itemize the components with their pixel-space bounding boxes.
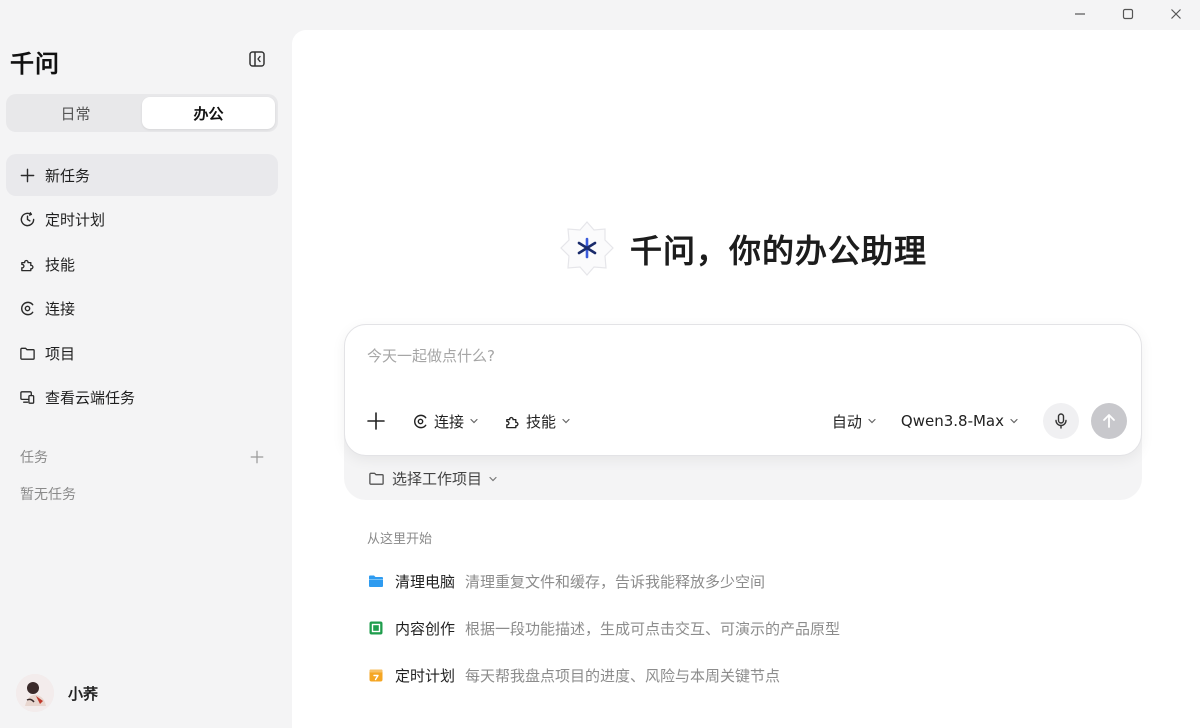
- puzzle-icon: [18, 255, 36, 273]
- prompt-input[interactable]: [367, 343, 1107, 369]
- nav-label: 项目: [45, 344, 76, 363]
- sidebar-collapse-icon: [249, 51, 265, 67]
- suggestion-item[interactable]: 清理电脑 清理重复文件和缓存，告诉我能释放多少空间: [367, 567, 1067, 595]
- skills-dropdown[interactable]: 技能: [503, 411, 571, 432]
- cloud-devices-icon: [18, 389, 36, 407]
- composer: 连接 技能 自动 Qwen3.8-Max: [344, 324, 1142, 456]
- model-dropdown[interactable]: Qwen3.8-Max: [901, 412, 1019, 430]
- connect-dropdown[interactable]: 连接: [411, 411, 479, 432]
- send-button[interactable]: [1091, 403, 1127, 439]
- window-controls: [1056, 0, 1200, 28]
- add-task-button[interactable]: [248, 448, 266, 466]
- model-label: Qwen3.8-Max: [900, 412, 1004, 430]
- puzzle-icon: [503, 412, 521, 430]
- sidebar: 千问 日常 办公 新任务 定时计划 技能 连接 项目 查看云端任务 任务 暂无任…: [0, 0, 290, 728]
- close-icon: [1171, 9, 1181, 19]
- composer-area: 连接 技能 自动 Qwen3.8-Max: [344, 324, 1142, 500]
- suggestion-item[interactable]: 内容创作 根据一段功能描述，生成可点击交互、可演示的产品原型: [367, 614, 1067, 642]
- maximize-icon: [1122, 8, 1134, 20]
- start-here-label: 从这里开始: [367, 532, 433, 547]
- chevron-down-icon: [1009, 416, 1019, 426]
- suggestion-desc: 每天帮我盘点项目的进度、风险与本周关键节点: [465, 666, 781, 685]
- mode-dropdown[interactable]: 自动: [832, 411, 877, 432]
- plus-icon: [367, 412, 385, 430]
- suggestion-title: 定时计划: [395, 666, 456, 685]
- suggestion-title: 内容创作: [395, 619, 456, 638]
- mode-label: 自动: [831, 412, 862, 431]
- tab-office[interactable]: 办公: [142, 97, 275, 129]
- nav-scheduled-plan[interactable]: 定时计划: [6, 199, 278, 241]
- mode-switch: 日常 办公: [6, 94, 278, 132]
- tasks-header-label: 任务: [20, 450, 48, 466]
- nav-skills[interactable]: 技能: [6, 243, 278, 285]
- sidebar-nav: 新任务 定时计划 技能 连接 项目 查看云端任务: [6, 154, 278, 422]
- user-profile[interactable]: 小荞: [16, 674, 98, 712]
- connect-icon: [18, 300, 36, 318]
- doc-green-icon: [367, 619, 385, 637]
- chevron-down-icon: [488, 474, 498, 484]
- plus-icon: [18, 166, 36, 184]
- nav-new-task[interactable]: 新任务: [6, 154, 278, 196]
- tab-daily[interactable]: 日常: [9, 97, 142, 129]
- suggestion-title: 清理电脑: [395, 572, 456, 591]
- project-picker[interactable]: 选择工作项目: [368, 468, 498, 489]
- folder-icon: [18, 344, 36, 362]
- nav-label: 查看云端任务: [45, 389, 136, 408]
- close-button[interactable]: [1152, 0, 1200, 28]
- maximize-button[interactable]: [1104, 0, 1152, 28]
- voice-input-button[interactable]: [1043, 403, 1079, 439]
- nav-label: 定时计划: [45, 211, 106, 230]
- suggestion-desc: 清理重复文件和缓存，告诉我能释放多少空间: [465, 572, 766, 591]
- calendar-orange-icon: [367, 666, 385, 684]
- chevron-down-icon: [469, 416, 479, 426]
- hero: 千问，你的办公助理: [558, 220, 927, 278]
- main-panel: 千问，你的办公助理 连接 技能: [292, 30, 1200, 728]
- nav-label: 连接: [45, 300, 76, 319]
- suggestion-desc: 根据一段功能描述，生成可点击交互、可演示的产品原型: [465, 619, 841, 638]
- nav-label: 新任务: [45, 166, 91, 185]
- add-attachment-button[interactable]: [359, 404, 393, 438]
- connect-label: 连接: [434, 412, 465, 431]
- avatar: [16, 674, 54, 712]
- composer-toolbar: 连接 技能 自动 Qwen3.8-Max: [359, 403, 1127, 439]
- suggestion-item[interactable]: 定时计划 每天帮我盘点项目的进度、风险与本周关键节点: [367, 661, 1067, 689]
- folder-blue-icon: [367, 572, 385, 590]
- arrow-up-icon: [1103, 414, 1115, 428]
- plus-icon: [250, 450, 264, 464]
- skills-label: 技能: [526, 412, 557, 431]
- minimize-icon: [1075, 13, 1085, 15]
- clock-icon: [18, 211, 36, 229]
- folder-icon: [368, 470, 386, 488]
- connect-icon: [411, 412, 429, 430]
- tasks-section-header: 任务: [20, 446, 266, 468]
- nav-connect[interactable]: 连接: [6, 288, 278, 330]
- microphone-icon: [1055, 413, 1067, 429]
- nav-cloud-tasks[interactable]: 查看云端任务: [6, 377, 278, 419]
- chevron-down-icon: [561, 416, 571, 426]
- app-brand: 千问: [10, 50, 60, 78]
- chevron-down-icon: [867, 416, 877, 426]
- hero-title: 千问，你的办公助理: [630, 232, 928, 270]
- sidebar-collapse-button[interactable]: [246, 48, 268, 70]
- tasks-empty-hint: 暂无任务: [20, 487, 76, 503]
- nav-projects[interactable]: 项目: [6, 332, 278, 374]
- project-picker-label: 选择工作项目: [392, 470, 483, 488]
- qwen-logo-icon: [558, 220, 616, 278]
- nav-label: 技能: [45, 255, 76, 274]
- minimize-button[interactable]: [1056, 0, 1104, 28]
- username: 小荞: [68, 684, 99, 703]
